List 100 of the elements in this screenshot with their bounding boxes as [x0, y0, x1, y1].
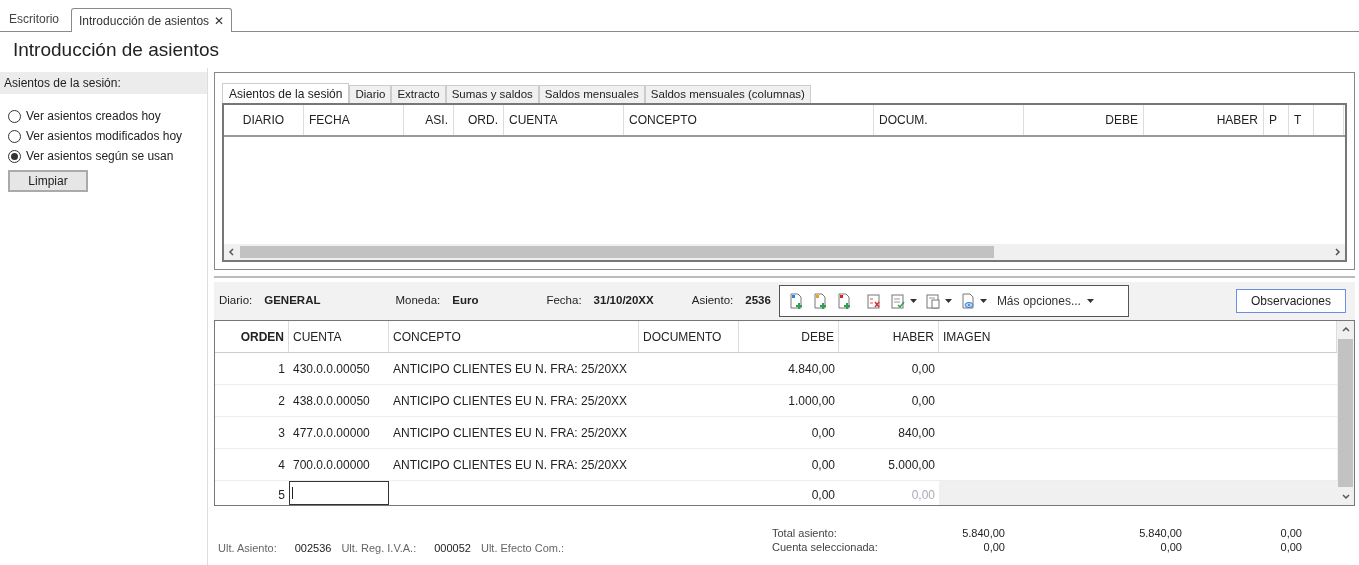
field-label: Moneda: — [395, 293, 441, 309]
column-header[interactable]: DOCUM. — [874, 105, 1024, 135]
doc-add-icon[interactable] — [835, 292, 852, 310]
doc-add-icon[interactable] — [811, 292, 828, 310]
radio-button[interactable] — [8, 149, 21, 163]
scrollbar-thumb[interactable] — [240, 246, 994, 258]
tab[interactable]: Saldos mensuales — [538, 85, 645, 103]
doc-eye-icon[interactable] — [959, 292, 976, 310]
column-header[interactable]: ORD. — [454, 105, 504, 135]
total-value: 5.840,00 — [961, 526, 1005, 540]
more-options-button[interactable]: Más opciones... — [996, 292, 1081, 310]
clear-button[interactable]: Limpiar — [8, 170, 88, 192]
tab[interactable]: Asientos de la sesión — [222, 83, 350, 104]
table-cell-text: ANTICIPO CLIENTES EU N. FRA: 25/20XX — [392, 392, 629, 410]
total-label: Cuenta seleccionada: — [772, 540, 879, 554]
column-header[interactable]: HABER — [839, 321, 939, 352]
total-value: 0,00 — [1279, 540, 1302, 554]
close-icon[interactable]: ✕ — [214, 11, 225, 30]
table-cell-text: 4 — [277, 456, 286, 474]
caret-icon[interactable] — [909, 298, 917, 304]
table-cell-text: 430.0.0.00050 — [292, 360, 371, 378]
table-cell-text: 0,00 — [910, 360, 936, 378]
table-cell-text: 4.840,00 — [787, 360, 836, 378]
table-cell-text: 0,00 — [810, 487, 836, 504]
document-tab[interactable]: Escritorio — [1, 7, 67, 31]
tab[interactable]: Saldos mensuales (columnas) — [644, 85, 811, 103]
column-header[interactable]: DIARIO — [224, 105, 304, 135]
table-cell-text: ANTICIPO CLIENTES EU N. FRA: 25/20XX — [392, 456, 629, 474]
column-header[interactable]: FECHA — [304, 105, 404, 135]
radio-option[interactable]: Ver asientos creados hoy — [8, 108, 207, 124]
field-value: 000052 — [434, 541, 471, 556]
radio-button[interactable] — [8, 109, 21, 123]
total-value: 0,00 — [1279, 526, 1302, 540]
table-cell-text: ANTICIPO CLIENTES EU N. FRA: 25/20XX — [392, 424, 629, 442]
table-cell-text: 0,00 — [910, 392, 936, 410]
field-label: Diario: — [219, 293, 253, 309]
column-header[interactable]: DEBE — [1024, 105, 1144, 135]
table-cell-text: 0,00 — [810, 424, 836, 442]
total-value: 0,00 — [1159, 540, 1182, 554]
table-cell-text: 0,00 — [810, 456, 836, 474]
caret-icon[interactable] — [944, 298, 952, 304]
column-header[interactable]: P — [1264, 105, 1289, 135]
tab[interactable]: Sumas y saldos — [445, 85, 539, 103]
table-cell-text: 5.000,00 — [887, 456, 936, 474]
doc-add-icon[interactable] — [787, 292, 804, 310]
field-value: 2536 — [745, 293, 771, 309]
tab[interactable]: Extracto — [391, 85, 446, 103]
radio-label: Ver asientos creados hoy — [26, 108, 161, 125]
caret-icon[interactable] — [1086, 298, 1094, 304]
page-title: Introducción de asientos — [13, 37, 219, 62]
total-value: 0,00 — [982, 540, 1005, 554]
caret-icon[interactable] — [979, 298, 987, 304]
tab-label: Introducción de asientos — [79, 12, 210, 30]
total-value: 5.840,00 — [1138, 526, 1182, 540]
field-value: Euro — [452, 293, 479, 309]
radio-label: Ver asientos según se usan — [26, 148, 174, 165]
table-cell-text: 477.0.0.00000 — [292, 424, 371, 442]
delete-icon[interactable] — [865, 292, 882, 310]
table-cell-text: 3 — [277, 424, 286, 442]
table-cell-text: 0,00 — [910, 487, 936, 504]
column-header[interactable]: HABER — [1144, 105, 1264, 135]
observaciones-button[interactable]: Observaciones — [1236, 289, 1346, 313]
table-cell-text: 700.0.0.00000 — [292, 456, 371, 474]
vertical-scrollbar[interactable] — [1337, 321, 1354, 505]
field-value: 31/10/20XX — [593, 293, 654, 309]
radio-option[interactable]: Ver asientos según se usan — [8, 148, 207, 164]
column-header[interactable]: CONCEPTO — [624, 105, 874, 135]
table-cell-text: 840,00 — [897, 424, 936, 442]
checklist-icon[interactable] — [889, 292, 906, 310]
field-label: Asiento: — [691, 293, 734, 309]
column-header[interactable]: CONCEPTO — [389, 321, 639, 352]
column-header[interactable]: ORDEN — [215, 321, 289, 352]
text-cursor — [292, 487, 293, 499]
tab[interactable]: Diario — [349, 85, 392, 103]
radio-button[interactable] — [8, 129, 21, 143]
column-header[interactable]: CUENTA — [504, 105, 624, 135]
column-header[interactable]: T — [1289, 105, 1314, 135]
total-label: Total asiento: — [772, 526, 838, 540]
column-header[interactable]: DEBE — [739, 321, 839, 352]
field-label: Ult. Asiento: — [218, 541, 277, 556]
table-cell-text: 5 — [277, 487, 286, 504]
field-label: Ult. Efecto Com.: — [480, 541, 565, 556]
field-label: Fecha: — [546, 293, 582, 309]
document-tab[interactable]: Introducción de asientos ✕ — [71, 8, 233, 32]
sidebar-heading: Asientos de la sesión: — [4, 75, 121, 92]
radio-label: Ver asientos modificados hoy — [26, 128, 183, 145]
scrollbar-thumb[interactable] — [1338, 339, 1353, 487]
field-value: 002536 — [294, 541, 332, 556]
column-header[interactable]: DOCUMENTO — [639, 321, 739, 352]
input-field[interactable] — [289, 481, 389, 505]
radio-option[interactable]: Ver asientos modificados hoy — [8, 128, 207, 144]
field-label: Ult. Reg. I.V.A.: — [341, 541, 417, 556]
table-cell-text: 438.0.0.00050 — [292, 392, 371, 410]
table-cell-text: 2 — [277, 392, 286, 410]
column-header[interactable]: CUENTA — [289, 321, 389, 352]
column-header[interactable]: ASI. — [404, 105, 454, 135]
horizontal-scrollbar[interactable] — [224, 244, 1345, 260]
table-cell-text: 1 — [277, 360, 286, 378]
field-value: GENERAL — [264, 293, 321, 309]
table-cell-text: ANTICIPO CLIENTES EU N. FRA: 25/20XX — [392, 360, 629, 378]
